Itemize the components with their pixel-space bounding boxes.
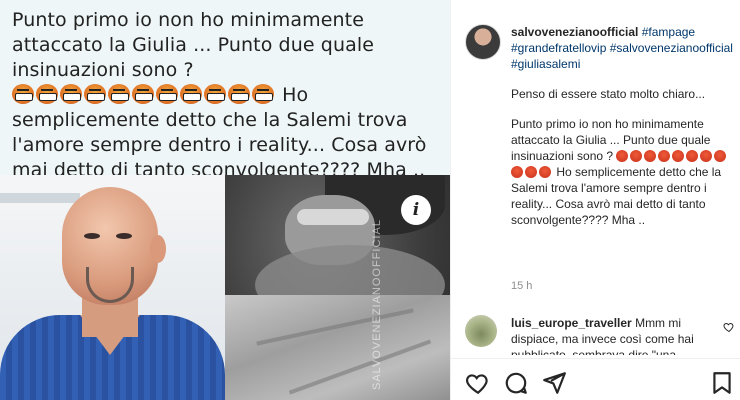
hashtag-link[interactable]: #grandefratellovip: [511, 41, 606, 55]
angry-face-emoji-icon: [204, 84, 226, 104]
watermark-text: SALVOVENEZIANOOFFICIAL: [371, 219, 383, 390]
image-caption-line-1: Punto primo io non ho minimamente attacc…: [12, 9, 375, 81]
angry-face-emoji-icon: [700, 150, 713, 162]
comment-username[interactable]: luis_europe_traveller: [511, 316, 632, 330]
comment-icon[interactable]: [503, 370, 529, 396]
angry-face-emoji-icon: [511, 166, 523, 178]
post-timestamp: 15 h: [511, 280, 533, 292]
angry-face-emoji-icon: [672, 150, 685, 162]
divider: [451, 358, 740, 359]
photo-sleeping-woman: i SALVOVENEZIANOOFFICIAL: [225, 175, 450, 400]
hashtag-link[interactable]: #salvovenezianoofficial: [610, 41, 733, 55]
image-caption-card: Punto primo io non ho minimamente attacc…: [0, 0, 450, 181]
post-side-panel: salvoveneziano​official #fampage #grande…: [450, 0, 740, 400]
photo-man-portrait: [0, 175, 225, 400]
angry-face-emoji-icon: [616, 150, 629, 162]
info-icon[interactable]: i: [401, 195, 431, 225]
angry-face-emoji-icon: [84, 84, 106, 104]
caption-username[interactable]: salvoveneziano​official: [511, 25, 638, 39]
heart-icon[interactable]: [723, 321, 735, 333]
caption-paragraph-1: Penso di essere stato molto chiaro...: [511, 87, 706, 101]
angry-emoji-row: [12, 84, 276, 106]
caption-body: salvoveneziano​official #fampage #grande…: [511, 24, 735, 228]
angry-face-emoji-icon: [156, 84, 178, 104]
angry-face-emoji-icon: [539, 166, 551, 178]
angry-face-emoji-icon: [36, 84, 58, 104]
share-icon[interactable]: [541, 370, 567, 396]
angry-face-emoji-icon: [644, 150, 657, 162]
angry-face-emoji-icon: [108, 84, 130, 104]
hashtag-link[interactable]: #giuliasalemi: [511, 57, 580, 71]
angry-face-emoji-icon: [132, 84, 154, 104]
angry-face-emoji-icon: [525, 166, 537, 178]
comment-body: luis_europe_traveller Mmm mi dispiace, m…: [511, 315, 719, 355]
hashtag-link[interactable]: #fampage: [642, 25, 695, 39]
image-caption-text: Punto primo io non ho minimamente attacc…: [12, 8, 440, 183]
post-action-bar: [465, 370, 735, 398]
angry-face-emoji-icon: [180, 84, 202, 104]
post-image[interactable]: Punto primo io non ho minimamente attacc…: [0, 0, 450, 400]
angry-face-emoji-icon: [686, 150, 699, 162]
angry-face-emoji-icon: [60, 84, 82, 104]
angry-face-emoji-icon: [12, 84, 34, 104]
angry-face-emoji-icon: [630, 150, 643, 162]
angry-face-emoji-icon: [714, 150, 727, 162]
angry-face-emoji-icon: [228, 84, 250, 104]
bookmark-icon[interactable]: [709, 370, 735, 396]
avatar[interactable]: [465, 24, 501, 60]
commenter-avatar[interactable]: [465, 315, 497, 347]
heart-icon[interactable]: [465, 370, 491, 396]
caption-paragraph-2: Punto primo io non ho minimamente attacc…: [511, 116, 735, 228]
angry-face-emoji-icon: [658, 150, 671, 162]
comment-item: luis_europe_traveller Mmm mi dispiace, m…: [465, 315, 735, 355]
angry-face-emoji-icon: [252, 84, 274, 104]
